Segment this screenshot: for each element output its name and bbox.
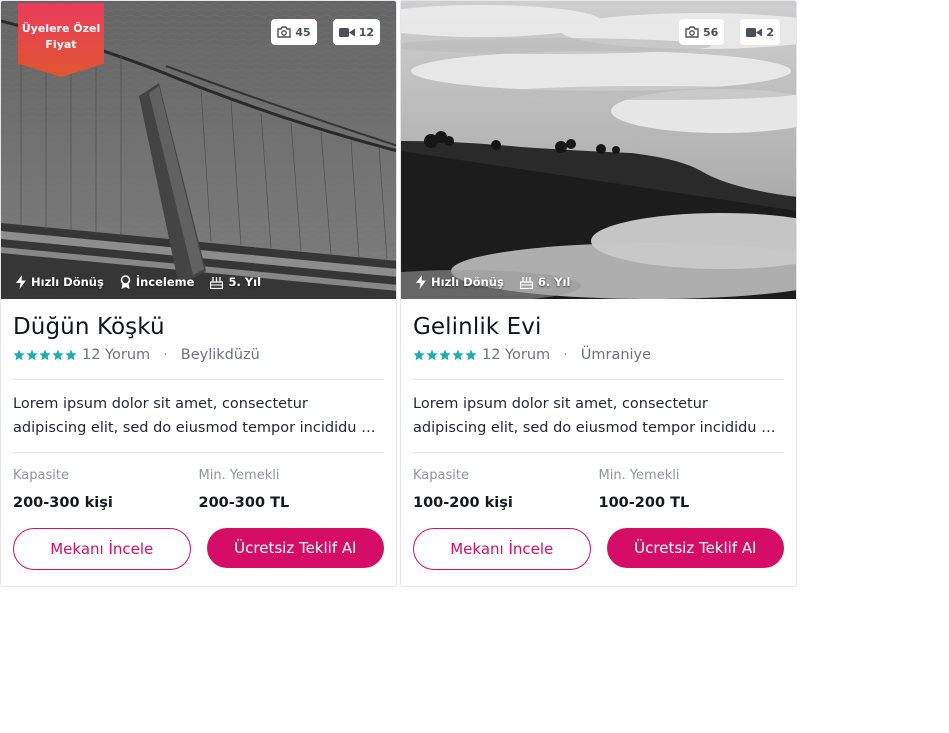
venue-meta: 12 Yorum · Ümraniye (413, 345, 784, 365)
fog-landscape-photo (401, 1, 796, 299)
star-icon (65, 349, 77, 361)
free-offer-button[interactable]: Ücretsiz Teklif Al (606, 528, 784, 568)
media-badges: 45 12 (271, 19, 380, 45)
venue-features: Hızlı Dönüş 6. Yıl (416, 275, 570, 289)
review-count[interactable]: 12 Yorum (482, 347, 550, 363)
capacity-spec: Kapasite 100-200 kişi (413, 467, 599, 512)
star-icon (426, 349, 438, 361)
review-count[interactable]: 12 Yorum (82, 347, 150, 363)
venue-description: Lorem ipsum dolor sit amet, consectetur … (13, 396, 376, 436)
star-icon (13, 349, 25, 361)
video-count-badge[interactable]: 2 (740, 19, 780, 45)
price-label: Min. Yemekli (198, 468, 280, 483)
price-spec: Min. Yemekli 100-200 TL (599, 467, 785, 512)
video-count: 2 (766, 25, 774, 39)
capacity-label: Kapasite (413, 468, 469, 483)
photo-count: 56 (703, 25, 719, 39)
venue-description: Lorem ipsum dolor sit amet, consectetur … (413, 396, 776, 436)
award-icon (120, 275, 131, 289)
star-icon (452, 349, 464, 361)
bolt-icon (416, 275, 426, 289)
capacity-value: 100-200 kişi (413, 495, 513, 511)
price-spec: Min. Yemekli 200-300 TL (199, 467, 385, 512)
members-price-ribbon: Üyelere Özel Fiyat (18, 3, 104, 77)
capacity-label: Kapasite (13, 468, 69, 483)
video-camera-icon (746, 27, 763, 37)
view-venue-button[interactable]: Mekanı İncele (13, 528, 191, 570)
feature-fast-response: Hızlı Dönüş (16, 275, 104, 289)
video-camera-icon (338, 27, 355, 37)
card-body: Düğün Köşkü 12 Yorum · Beylikdüzü Lorem … (1, 313, 396, 570)
camera-icon (685, 26, 699, 38)
venue-photo[interactable]: 56 2 Hızlı Dönüş 6. Yıl (401, 1, 796, 299)
venue-title[interactable]: Düğün Köşkü (13, 313, 384, 341)
separator-dot: · (563, 347, 568, 363)
feature-years: 5. Yıl (210, 275, 261, 289)
divider (13, 452, 384, 453)
venue-meta: 12 Yorum · Beylikdüzü (13, 345, 384, 365)
photo-count: 45 (295, 25, 311, 39)
price-label: Min. Yemekli (598, 468, 680, 483)
divider (413, 379, 784, 380)
venue-location: Ümraniye (580, 347, 652, 363)
capacity-spec: Kapasite 200-300 kişi (13, 467, 199, 512)
rating-stars (13, 349, 77, 361)
venue-specs: Kapasite 100-200 kişi Min. Yemekli 100-2… (413, 467, 784, 512)
video-count: 12 (358, 25, 374, 39)
venue-location: Beylikdüzü (180, 347, 260, 363)
card-actions: Mekanı İncele Ücretsiz Teklif Al (13, 528, 384, 570)
media-badges: 56 2 (679, 19, 780, 45)
card-body: Gelinlik Evi 12 Yorum · Ümraniye Lorem i… (401, 313, 796, 570)
venue-card[interactable]: Üyelere Özel Fiyat 45 12 Hızlı Dönüş İnc… (0, 0, 397, 587)
photo-count-badge[interactable]: 56 (679, 19, 725, 45)
price-value: 100-200 TL (598, 495, 690, 511)
star-icon (26, 349, 38, 361)
star-icon (39, 349, 51, 361)
venue-title[interactable]: Gelinlik Evi (413, 313, 784, 341)
star-icon (439, 349, 451, 361)
feature-review: İnceleme (120, 275, 194, 289)
price-value: 200-300 TL (198, 495, 290, 511)
star-icon (413, 349, 425, 361)
cake-icon (210, 276, 224, 289)
photo-count-badge[interactable]: 45 (271, 19, 317, 45)
venue-card[interactable]: 56 2 Hızlı Dönüş 6. Yıl Gelinlik Evi 12 … (400, 0, 797, 587)
star-icon (465, 349, 477, 361)
venue-features: Hızlı Dönüş İnceleme 5. Yıl (16, 275, 261, 289)
venue-specs: Kapasite 200-300 kişi Min. Yemekli 200-3… (13, 467, 384, 512)
capacity-value: 200-300 kişi (13, 495, 113, 511)
cake-icon (519, 276, 533, 289)
ribbon-label: Üyelere Özel Fiyat (21, 22, 101, 51)
bolt-icon (16, 275, 26, 289)
divider (13, 379, 384, 380)
rating-stars (413, 349, 477, 361)
free-offer-button[interactable]: Ücretsiz Teklif Al (206, 528, 384, 568)
feature-years: 6. Yıl (519, 275, 570, 289)
video-count-badge[interactable]: 12 (332, 19, 380, 45)
feature-fast-response: Hızlı Dönüş (416, 275, 504, 289)
view-venue-button[interactable]: Mekanı İncele (413, 528, 591, 570)
divider (413, 452, 784, 453)
camera-icon (277, 26, 292, 38)
separator-dot: · (163, 347, 168, 363)
card-actions: Mekanı İncele Ücretsiz Teklif Al (413, 528, 784, 570)
star-icon (52, 349, 64, 361)
venue-photo[interactable]: Üyelere Özel Fiyat 45 12 Hızlı Dönüş İnc… (1, 1, 396, 299)
